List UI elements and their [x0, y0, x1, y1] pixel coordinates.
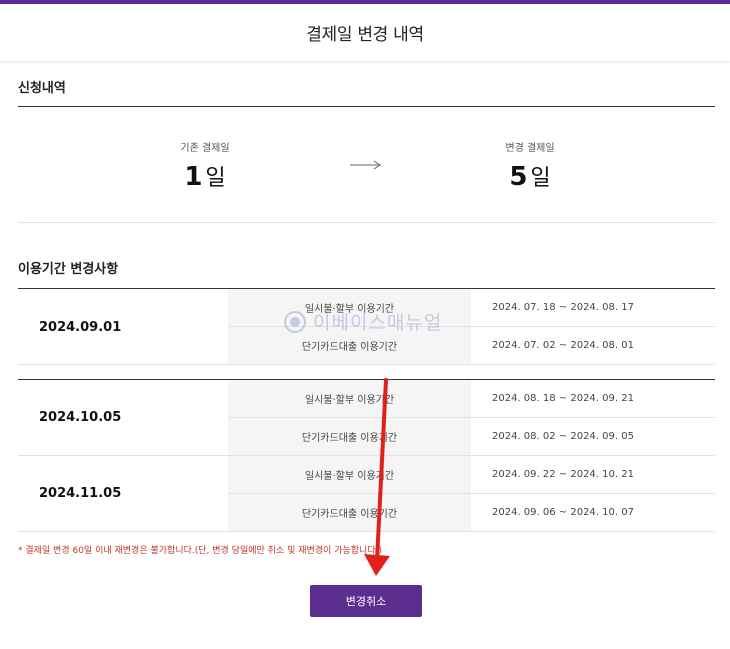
- period-type-label: 단기카드대출 이용기간: [228, 494, 471, 531]
- changed-payment-day-label: 변경 결제일: [505, 143, 555, 154]
- original-day-number: 1: [184, 162, 203, 192]
- period-type-label: 단기카드대출 이용기간: [228, 418, 471, 455]
- changes-section-title: 이용기간 변경사항: [18, 262, 119, 277]
- row-divider: [18, 531, 715, 532]
- changed-payment-day: 변경 결제일 5일: [450, 139, 610, 192]
- period-range: 2024. 07. 02 ~ 2024. 08. 01: [492, 340, 634, 351]
- changed-day-number: 5: [509, 162, 528, 192]
- watermark-logo-icon: [284, 310, 306, 333]
- original-payment-day: 기존 결제일 1일: [125, 139, 285, 192]
- period-range: 2024. 08. 02 ~ 2024. 09. 05: [492, 431, 634, 442]
- change-date: 2024.09.01: [39, 319, 122, 335]
- period-range: 2024. 07. 18 ~ 2024. 08. 17: [492, 302, 634, 313]
- change-date: 2024.10.05: [39, 410, 122, 425]
- page-header: 결제일 변경 내역: [0, 4, 730, 62]
- row-divider: [18, 364, 715, 365]
- period-range: 2024. 08. 18 ~ 2024. 09. 21: [492, 393, 634, 404]
- period-type-label: 일시불·할부 이용기간: [228, 456, 471, 493]
- watermark: 이베이스매뉴얼: [283, 308, 442, 335]
- change-date: 2024.11.05: [39, 486, 122, 501]
- arrow-right-icon: [350, 160, 381, 170]
- application-section-title: 신청내역: [18, 81, 66, 96]
- period-type-label: 일시불·할부 이용기간: [228, 380, 471, 417]
- page-title: 결제일 변경 내역: [306, 25, 424, 45]
- change-table-2: 2024.10.05 일시불·할부 이용기간 2024. 08. 18 ~ 20…: [18, 379, 715, 532]
- section-divider: [18, 106, 715, 107]
- original-day-unit: 일: [205, 166, 226, 191]
- original-payment-day-value: 1일: [125, 160, 285, 192]
- changed-day-unit: 일: [530, 166, 551, 191]
- changed-payment-day-value: 5일: [450, 160, 610, 192]
- watermark-text: 이베이스매뉴얼: [313, 312, 443, 334]
- cancel-change-button[interactable]: 변경취소: [310, 585, 422, 617]
- section-divider-light: [18, 222, 715, 223]
- original-payment-day-label: 기존 결제일: [180, 143, 230, 154]
- period-range: 2024. 09. 22 ~ 2024. 10. 21: [492, 469, 634, 480]
- notice-text: * 결제일 변경 60일 이내 재변경은 불가합니다.(단, 변경 당일에만 취…: [18, 546, 382, 556]
- period-range: 2024. 09. 06 ~ 2024. 10. 07: [492, 507, 634, 518]
